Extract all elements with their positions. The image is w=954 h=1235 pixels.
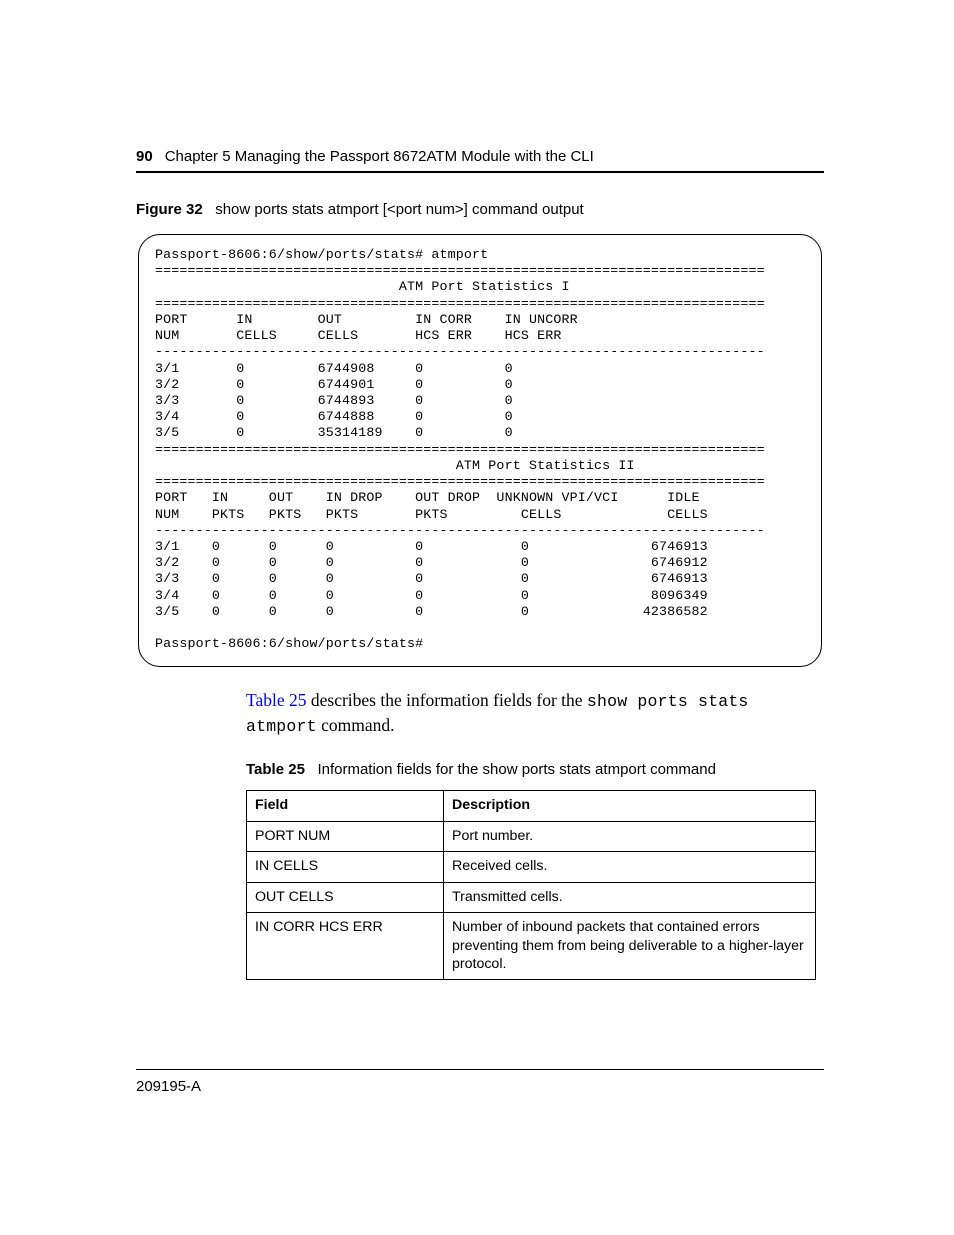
figure-title: show ports stats atmport [<port num>] co… [215, 201, 584, 218]
table-25-link[interactable]: Table 25 [246, 690, 307, 710]
page-number: 90 [136, 148, 153, 165]
cell-field: OUT CELLS [247, 882, 444, 912]
table-row: IN CELLS Received cells. [247, 852, 816, 882]
cell-desc: Number of inbound packets that contained… [444, 913, 816, 980]
description-paragraph: Table 25 describes the information field… [246, 689, 824, 738]
terminal-output-box: Passport-8606:6/show/ports/stats# atmpor… [138, 234, 822, 667]
page-header: 90 Chapter 5 Managing the Passport 8672A… [136, 148, 824, 165]
terminal-output: Passport-8606:6/show/ports/stats# atmpor… [155, 247, 805, 652]
table-title: Information fields for the show ports st… [317, 761, 716, 778]
cell-desc: Port number. [444, 821, 816, 851]
cell-desc: Transmitted cells. [444, 882, 816, 912]
header-rule [136, 171, 824, 173]
footer-rule [136, 1069, 824, 1070]
figure-label: Figure 32 [136, 201, 203, 218]
table-header-row: Field Description [247, 791, 816, 821]
cell-field: PORT NUM [247, 821, 444, 851]
para-text-1: describes the information fields for the [307, 690, 587, 710]
fields-table: Field Description PORT NUM Port number. … [246, 790, 816, 980]
para-text-2: command. [317, 715, 395, 735]
footer-doc-id: 209195-A [136, 1078, 201, 1095]
table-caption: Table 25 Information fields for the show… [246, 760, 726, 780]
col-desc: Description [444, 791, 816, 821]
table-row: PORT NUM Port number. [247, 821, 816, 851]
table-row: OUT CELLS Transmitted cells. [247, 882, 816, 912]
cell-desc: Received cells. [444, 852, 816, 882]
chapter-title: Chapter 5 Managing the Passport 8672ATM … [165, 148, 594, 165]
cell-field: IN CORR HCS ERR [247, 913, 444, 980]
figure-caption: Figure 32 show ports stats atmport [<por… [136, 201, 824, 218]
table-label: Table 25 [246, 761, 305, 778]
cell-field: IN CELLS [247, 852, 444, 882]
table-row: IN CORR HCS ERR Number of inbound packet… [247, 913, 816, 980]
col-field: Field [247, 791, 444, 821]
